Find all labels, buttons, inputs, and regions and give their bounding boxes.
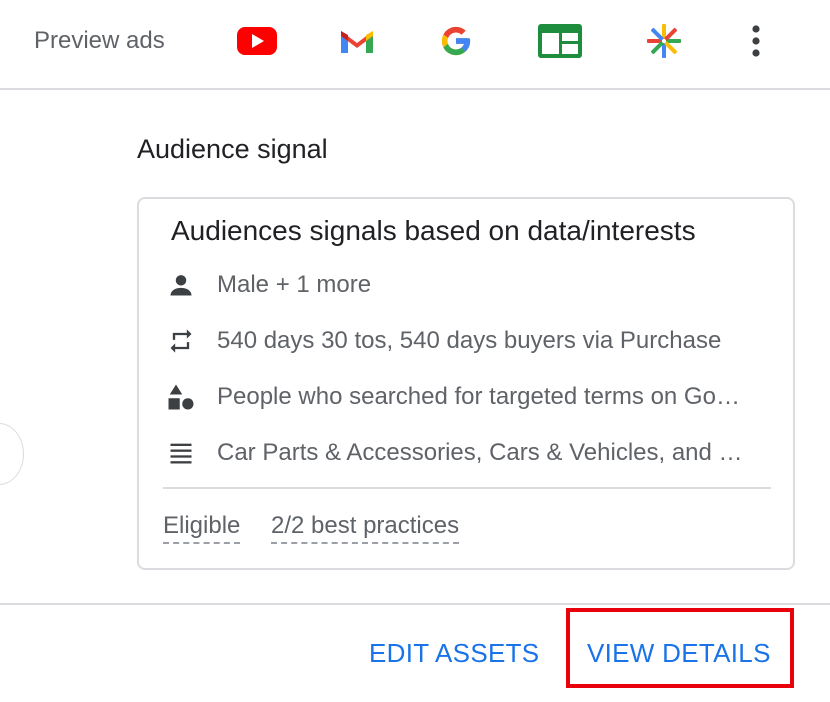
- repeat-icon: [163, 323, 199, 359]
- footer-divider: [0, 603, 830, 605]
- preview-ads-label: Preview ads: [34, 27, 165, 54]
- audience-signal-card: Audiences signals based on data/interest…: [137, 197, 795, 570]
- person-icon: [163, 267, 199, 303]
- list-icon: [163, 435, 199, 471]
- edit-assets-button[interactable]: EDIT ASSETS: [369, 636, 539, 670]
- google-icon[interactable]: [434, 22, 478, 60]
- discover-icon[interactable]: [642, 22, 686, 60]
- ad-preview-panel: Preview ads Audience signal Audiences si…: [0, 0, 830, 702]
- card-title: Audiences signals based on data/interest…: [171, 215, 696, 246]
- list-item-your-data: 540 days 30 tos, 540 days buyers via Pur…: [163, 321, 773, 361]
- list-item-text: People who searched for targeted terms o…: [217, 383, 747, 410]
- shapes-icon: [163, 379, 199, 415]
- preview-header: Preview ads: [0, 0, 830, 90]
- section-title: Audience signal: [137, 134, 328, 164]
- gmail-icon[interactable]: [335, 22, 379, 60]
- more-vert-icon[interactable]: [734, 22, 778, 60]
- list-item-text: 540 days 30 tos, 540 days buyers via Pur…: [217, 327, 722, 354]
- list-item-interests: Car Parts & Accessories, Cars & Vehicles…: [163, 433, 773, 473]
- card-divider: [163, 487, 771, 489]
- best-practices-link[interactable]: 2/2 best practices: [271, 511, 460, 544]
- list-item-text: Car Parts & Accessories, Cars & Vehicles…: [217, 439, 747, 466]
- list-item-custom-segments: People who searched for targeted terms o…: [163, 377, 773, 417]
- view-details-button[interactable]: VIEW DETAILS: [587, 636, 771, 670]
- eligible-status[interactable]: Eligible: [163, 511, 241, 544]
- prev-carousel-button[interactable]: [0, 423, 24, 485]
- display-network-icon[interactable]: [538, 22, 582, 60]
- list-item-text: Male + 1 more: [217, 271, 372, 298]
- list-item-demographics: Male + 1 more: [163, 265, 773, 305]
- youtube-icon[interactable]: [235, 22, 279, 60]
